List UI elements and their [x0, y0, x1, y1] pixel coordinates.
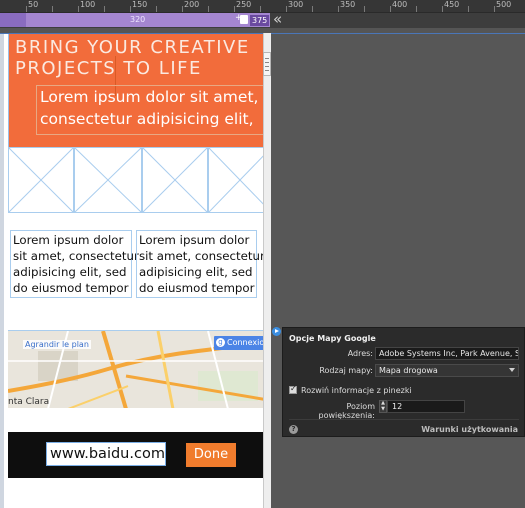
- text-line: Lorem ipsum dolor: [139, 233, 250, 247]
- ruler-tick: [208, 6, 209, 12]
- ruler-tick: [312, 6, 313, 12]
- ruler-tick-label: 450: [444, 0, 460, 9]
- ruler-tick-label: 200: [184, 0, 200, 9]
- ruler-tick: [52, 6, 53, 12]
- map-type-select[interactable]: Mapa drogowa: [375, 364, 519, 377]
- map-enlarge-link[interactable]: Agrandir le plan: [23, 340, 91, 349]
- ruler-tick: [338, 6, 339, 12]
- image-placeholder[interactable]: [208, 147, 263, 213]
- map-connect-button[interactable]: gConnexion: [214, 336, 263, 350]
- zoom-stepper[interactable]: ▲ ▼: [379, 400, 387, 413]
- collapse-arrows-icon[interactable]: «: [273, 11, 282, 27]
- ruler-tick-label: 400: [392, 0, 408, 9]
- expand-pin-label: Rozwiń informacje z pinezki: [301, 386, 412, 395]
- hero-title-line: BRING YOUR CREATIVE: [15, 37, 250, 58]
- hero-title-line: PROJECTS TO LIFE: [15, 58, 202, 79]
- footer-bar: www.baidu.com Done: [8, 432, 263, 478]
- ruler-tick: [390, 6, 391, 12]
- chevron-down-icon: [509, 368, 515, 372]
- done-button[interactable]: Done: [186, 443, 236, 467]
- ruler-tick: [416, 6, 417, 12]
- ruler-ticks: 50 100 150 200 250 300 350 400 450 500: [0, 0, 525, 13]
- page-canvas: BRING YOUR CREATIVE PROJECTS TO LIFE Lor…: [0, 34, 263, 508]
- ruler-tick: [130, 6, 131, 12]
- url-input[interactable]: www.baidu.com: [46, 442, 166, 466]
- image-placeholder-icon: [209, 148, 263, 212]
- grip-line: [265, 62, 269, 63]
- image-placeholder-icon: [75, 148, 141, 212]
- panel-title: Opcje Mapy Google: [289, 334, 376, 343]
- ruler-tick: [364, 6, 365, 12]
- text-line: adipisicing elit, sed: [139, 265, 253, 279]
- text-line: sit amet, consectetur: [13, 249, 139, 263]
- hero-subtitle-line: consectetur adipisicing elit,: [40, 110, 254, 128]
- text-column-right[interactable]: Lorem ipsum dolor sit amet, consectetur …: [136, 230, 263, 298]
- text-line: adipisicing elit, sed: [13, 265, 127, 279]
- ruler-tick: [104, 6, 105, 12]
- ruler-tick: [182, 6, 183, 12]
- media-query-bar-min[interactable]: [0, 13, 26, 27]
- ruler-tick: [234, 6, 235, 12]
- text-line: do eiusmod tempor: [139, 281, 255, 295]
- google-map-options-panel: Opcje Mapy Google Adres: Adobe Systems I…: [282, 327, 525, 437]
- image-placeholder[interactable]: [74, 147, 142, 213]
- ruler: 50 100 150 200 250 300 350 400 450 500 3…: [0, 0, 525, 28]
- text-line: sit amet, consectetur: [139, 249, 263, 263]
- terms-link[interactable]: Warunki użytkowania: [421, 425, 518, 434]
- media-query-end-label: 375: [250, 15, 270, 26]
- media-query-handle[interactable]: [240, 15, 248, 24]
- ruler-tick: [468, 6, 469, 12]
- text-line: do eiusmod tempor: [13, 281, 129, 295]
- ruler-tick-label: 500: [496, 0, 512, 9]
- grip-line: [265, 70, 269, 71]
- ruler-tick: [26, 6, 27, 12]
- text-line: Lorem ipsum dolor: [13, 233, 124, 247]
- ruler-tick: [260, 6, 261, 12]
- image-placeholder[interactable]: [142, 147, 208, 213]
- map-place-label: nta Clara: [8, 397, 50, 407]
- grip-line: [265, 58, 269, 59]
- hero-subtitle[interactable]: Lorem ipsum dolor sit amet, consectetur …: [36, 85, 263, 135]
- zoom-label: Poziom powiększenia:: [318, 402, 375, 420]
- canvas-scrollbar[interactable]: [263, 33, 271, 508]
- ruler-tick-label: 100: [80, 0, 96, 9]
- google-icon: g: [216, 338, 225, 347]
- ruler-tick: [156, 6, 157, 12]
- image-placeholder-icon: [143, 148, 207, 212]
- hero-title[interactable]: BRING YOUR CREATIVE PROJECTS TO LIFE: [15, 37, 263, 79]
- ruler-tick: [78, 6, 79, 12]
- grip-line: [265, 66, 269, 67]
- ruler-tick-label: 150: [132, 0, 148, 9]
- image-placeholder-icon: [9, 148, 73, 212]
- map-type-value: Mapa drogowa: [379, 366, 438, 375]
- media-query-label: 320: [130, 15, 146, 24]
- ruler-tick-label: 350: [340, 0, 356, 9]
- expand-pin-checkbox[interactable]: [289, 384, 297, 394]
- ruler-tick: [442, 6, 443, 12]
- hero-section[interactable]: BRING YOUR CREATIVE PROJECTS TO LIFE Lor…: [8, 34, 263, 147]
- map-type-label: Rodzaj mapy:: [319, 366, 373, 375]
- zoom-field[interactable]: 12: [387, 400, 465, 413]
- text-column-left[interactable]: Lorem ipsum dolor sit amet, consectetur …: [10, 230, 139, 298]
- ruler-tick-label: 300: [288, 0, 304, 9]
- hero-subtitle-line: Lorem ipsum dolor sit amet,: [40, 88, 259, 106]
- ruler-tick: [286, 6, 287, 12]
- ruler-tick: [494, 6, 495, 12]
- address-label: Adres:: [347, 349, 373, 358]
- image-placeholder[interactable]: [8, 147, 74, 213]
- google-map[interactable]: Agrandir le plan gConnexion nta Clara: [8, 330, 263, 408]
- address-field[interactable]: Adobe Systems Inc, Park Avenue, San Jo: [375, 347, 519, 360]
- ruler-tick-label: 50: [28, 0, 39, 9]
- image-placeholders-row: [8, 147, 263, 213]
- panel-divider: [289, 419, 519, 420]
- ruler-tick-label: 250: [236, 0, 252, 9]
- panel-pin-icon[interactable]: [272, 327, 281, 336]
- map-connect-label: Connexion: [227, 338, 263, 347]
- help-icon[interactable]: ?: [289, 425, 298, 434]
- scroll-grip-handle[interactable]: [263, 52, 271, 76]
